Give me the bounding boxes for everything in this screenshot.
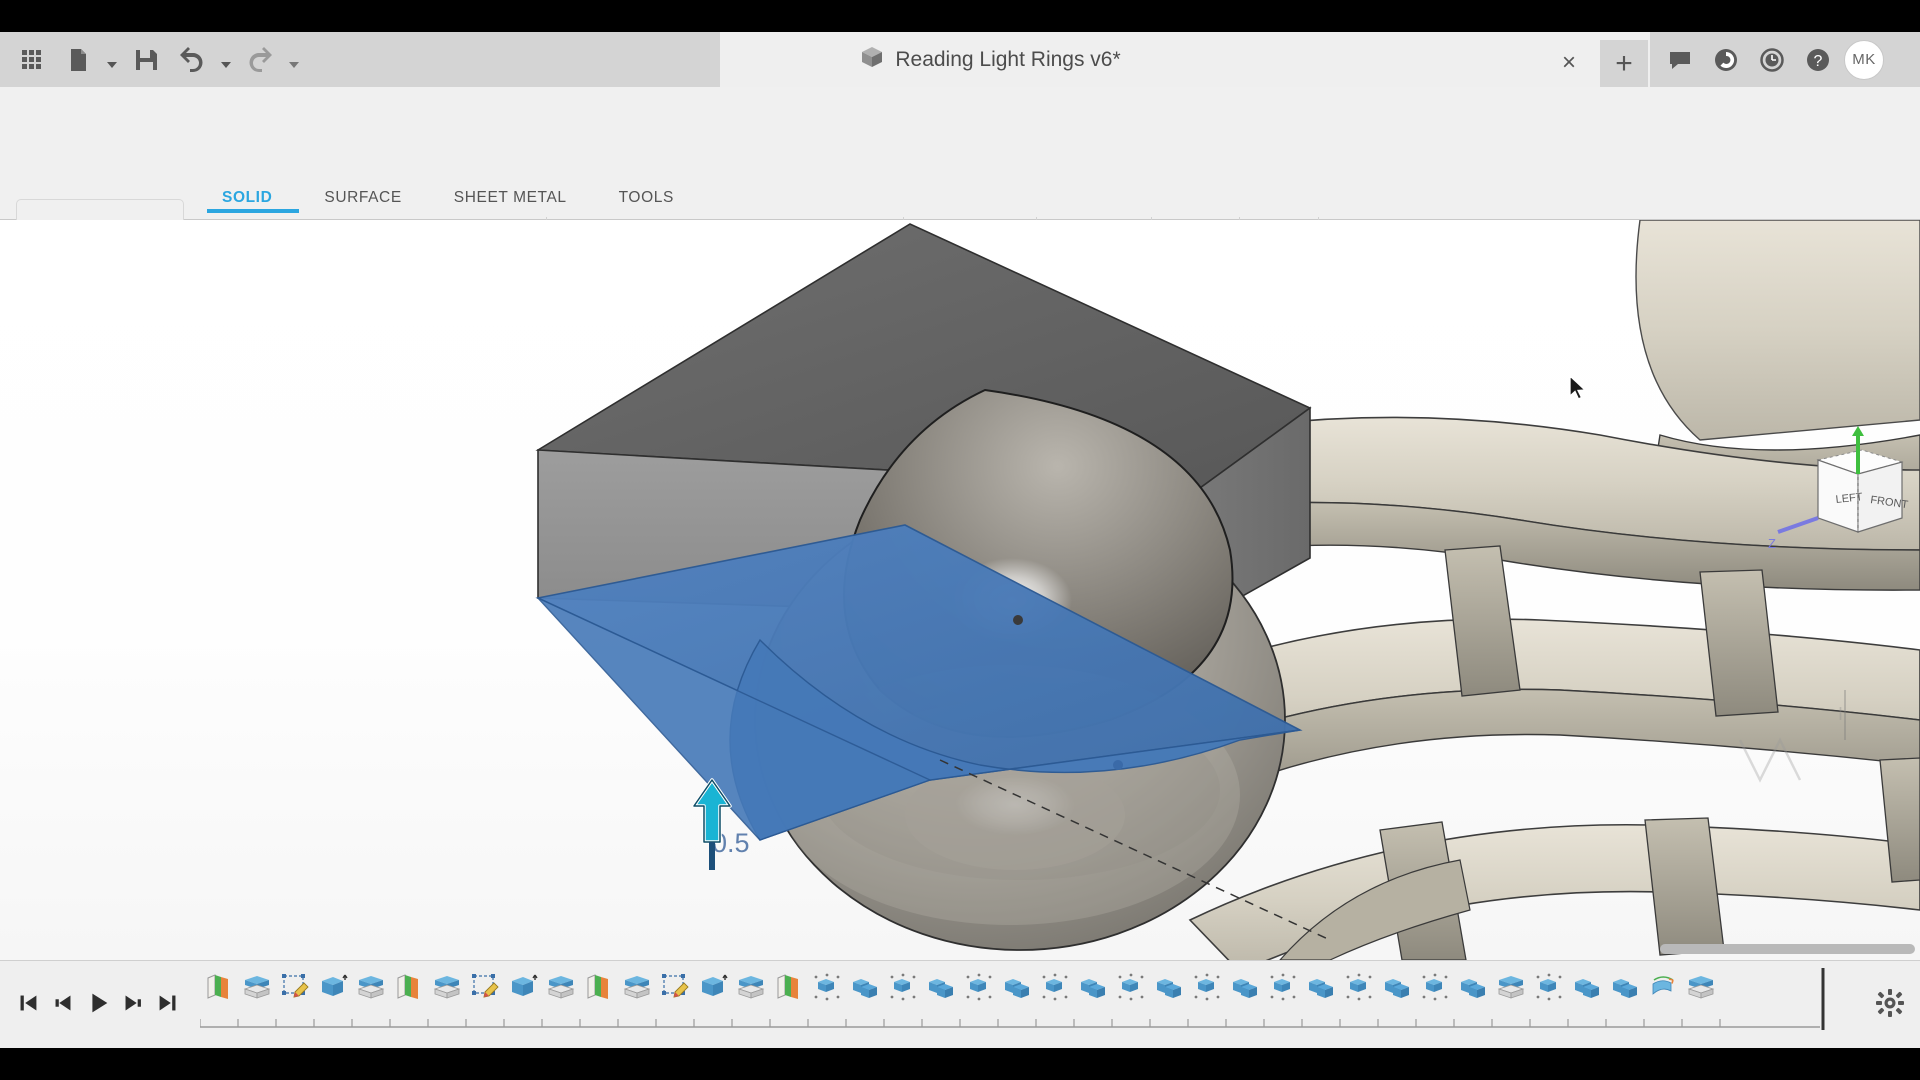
redo-icon[interactable] xyxy=(238,39,282,81)
timeline-go-start[interactable] xyxy=(13,986,43,1020)
timeline-feature[interactable] xyxy=(390,972,428,1016)
timeline-feature[interactable] xyxy=(1568,972,1606,1016)
svg-text:I: I xyxy=(1838,704,1843,724)
timeline-feature[interactable] xyxy=(808,972,846,1016)
timeline-feature[interactable] xyxy=(1606,972,1644,1016)
timeline-feature[interactable] xyxy=(846,972,884,1016)
timeline-track[interactable] xyxy=(200,972,1820,1034)
timeline-feature[interactable] xyxy=(922,972,960,1016)
timeline-feature[interactable] xyxy=(1264,972,1302,1016)
timeline-feature[interactable] xyxy=(1416,972,1454,1016)
timeline-feature[interactable] xyxy=(732,972,770,1016)
timeline-feature[interactable] xyxy=(1150,972,1188,1016)
timeline-play[interactable] xyxy=(83,986,113,1020)
tab-tools[interactable]: TOOLS xyxy=(593,189,700,207)
comment-icon[interactable] xyxy=(1660,38,1700,82)
undo-icon[interactable] xyxy=(170,39,214,81)
timeline-feature[interactable] xyxy=(276,972,314,1016)
timeline-feature[interactable] xyxy=(466,972,504,1016)
timeline-ruler xyxy=(200,1016,1820,1030)
timeline-feature[interactable] xyxy=(618,972,656,1016)
timeline-playback-controls xyxy=(10,975,185,1031)
top-right-toolbar: ? MK xyxy=(1650,32,1920,87)
close-icon[interactable]: × xyxy=(1555,49,1583,77)
timeline-feature[interactable] xyxy=(542,972,580,1016)
timeline-feature[interactable] xyxy=(1074,972,1112,1016)
svg-text:?: ? xyxy=(1814,53,1823,70)
viewport-hscrollbar[interactable] xyxy=(1660,944,1915,954)
svg-text:Z: Z xyxy=(1768,536,1776,551)
timeline-feature[interactable] xyxy=(504,972,542,1016)
timeline-feature[interactable] xyxy=(1492,972,1530,1016)
document-tab[interactable]: Reading Light Rings v6* xyxy=(780,32,1200,87)
timeline-feature[interactable] xyxy=(1340,972,1378,1016)
gear-icon[interactable] xyxy=(1875,988,1905,1018)
save-icon[interactable] xyxy=(124,39,168,81)
timeline-feature[interactable] xyxy=(1682,972,1720,1016)
timeline-feature[interactable] xyxy=(428,972,466,1016)
cube-icon xyxy=(859,44,885,75)
chevron-down-icon[interactable] xyxy=(102,39,122,81)
chevron-down-icon[interactable] xyxy=(284,39,304,81)
new-tab-button[interactable]: + xyxy=(1600,40,1648,87)
timeline-feature[interactable] xyxy=(1644,972,1682,1016)
timeline-features xyxy=(200,972,1720,1018)
recent-icon[interactable] xyxy=(1752,38,1792,82)
tab-sheet-metal[interactable]: SHEET METAL xyxy=(428,189,593,207)
timeline-feature[interactable] xyxy=(1378,972,1416,1016)
help-icon[interactable]: ? xyxy=(1798,38,1838,82)
ribbon: DESIGN SOLIDSURFACESHEET METALTOOLS CREA… xyxy=(0,87,1920,220)
timeline-feature[interactable] xyxy=(1188,972,1226,1016)
timeline-step-forward[interactable] xyxy=(118,986,148,1020)
timeline-feature[interactable] xyxy=(1302,972,1340,1016)
file-icon[interactable] xyxy=(56,39,100,81)
timeline-feature[interactable] xyxy=(314,972,352,1016)
window-titlebar xyxy=(0,0,1920,32)
viewport-3d[interactable]: 0.5 LEFT FRONT Z xyxy=(0,220,1920,960)
timeline-feature[interactable] xyxy=(998,972,1036,1016)
timeline-feature[interactable] xyxy=(656,972,694,1016)
timeline-feature[interactable] xyxy=(1454,972,1492,1016)
timeline-feature[interactable] xyxy=(200,972,238,1016)
mouse-cursor xyxy=(1568,375,1590,401)
timeline-feature[interactable] xyxy=(1036,972,1074,1016)
fusion360-window: Reading Light Rings v6* × + ? MK DESIGN … xyxy=(0,0,1920,1080)
window-bottom-bar xyxy=(0,1048,1920,1080)
job-status-icon[interactable] xyxy=(1706,38,1746,82)
app-grid-icon[interactable] xyxy=(10,39,54,81)
timeline-feature[interactable] xyxy=(580,972,618,1016)
timeline-feature[interactable] xyxy=(1226,972,1264,1016)
timeline-step-back[interactable] xyxy=(48,986,78,1020)
timeline-feature[interactable] xyxy=(694,972,732,1016)
tab-solid[interactable]: SOLID xyxy=(196,189,298,207)
timeline-feature[interactable] xyxy=(770,972,808,1016)
chevron-down-icon[interactable] xyxy=(216,39,236,81)
timeline-feature[interactable] xyxy=(1112,972,1150,1016)
timeline-feature[interactable] xyxy=(884,972,922,1016)
avatar[interactable]: MK xyxy=(1844,40,1884,80)
page-title: Reading Light Rings v6* xyxy=(895,48,1120,72)
timeline-feature[interactable] xyxy=(352,972,390,1016)
active-tab-underline xyxy=(207,209,299,213)
timeline-feature[interactable] xyxy=(960,972,998,1016)
cad-model[interactable]: 0.5 LEFT FRONT Z xyxy=(0,220,1920,960)
tab-surface[interactable]: SURFACE xyxy=(298,189,427,207)
timeline-go-end[interactable] xyxy=(153,986,183,1020)
timeline-end-marker[interactable] xyxy=(1820,968,1826,1030)
timeline-feature[interactable] xyxy=(1530,972,1568,1016)
timeline-feature[interactable] xyxy=(238,972,276,1016)
